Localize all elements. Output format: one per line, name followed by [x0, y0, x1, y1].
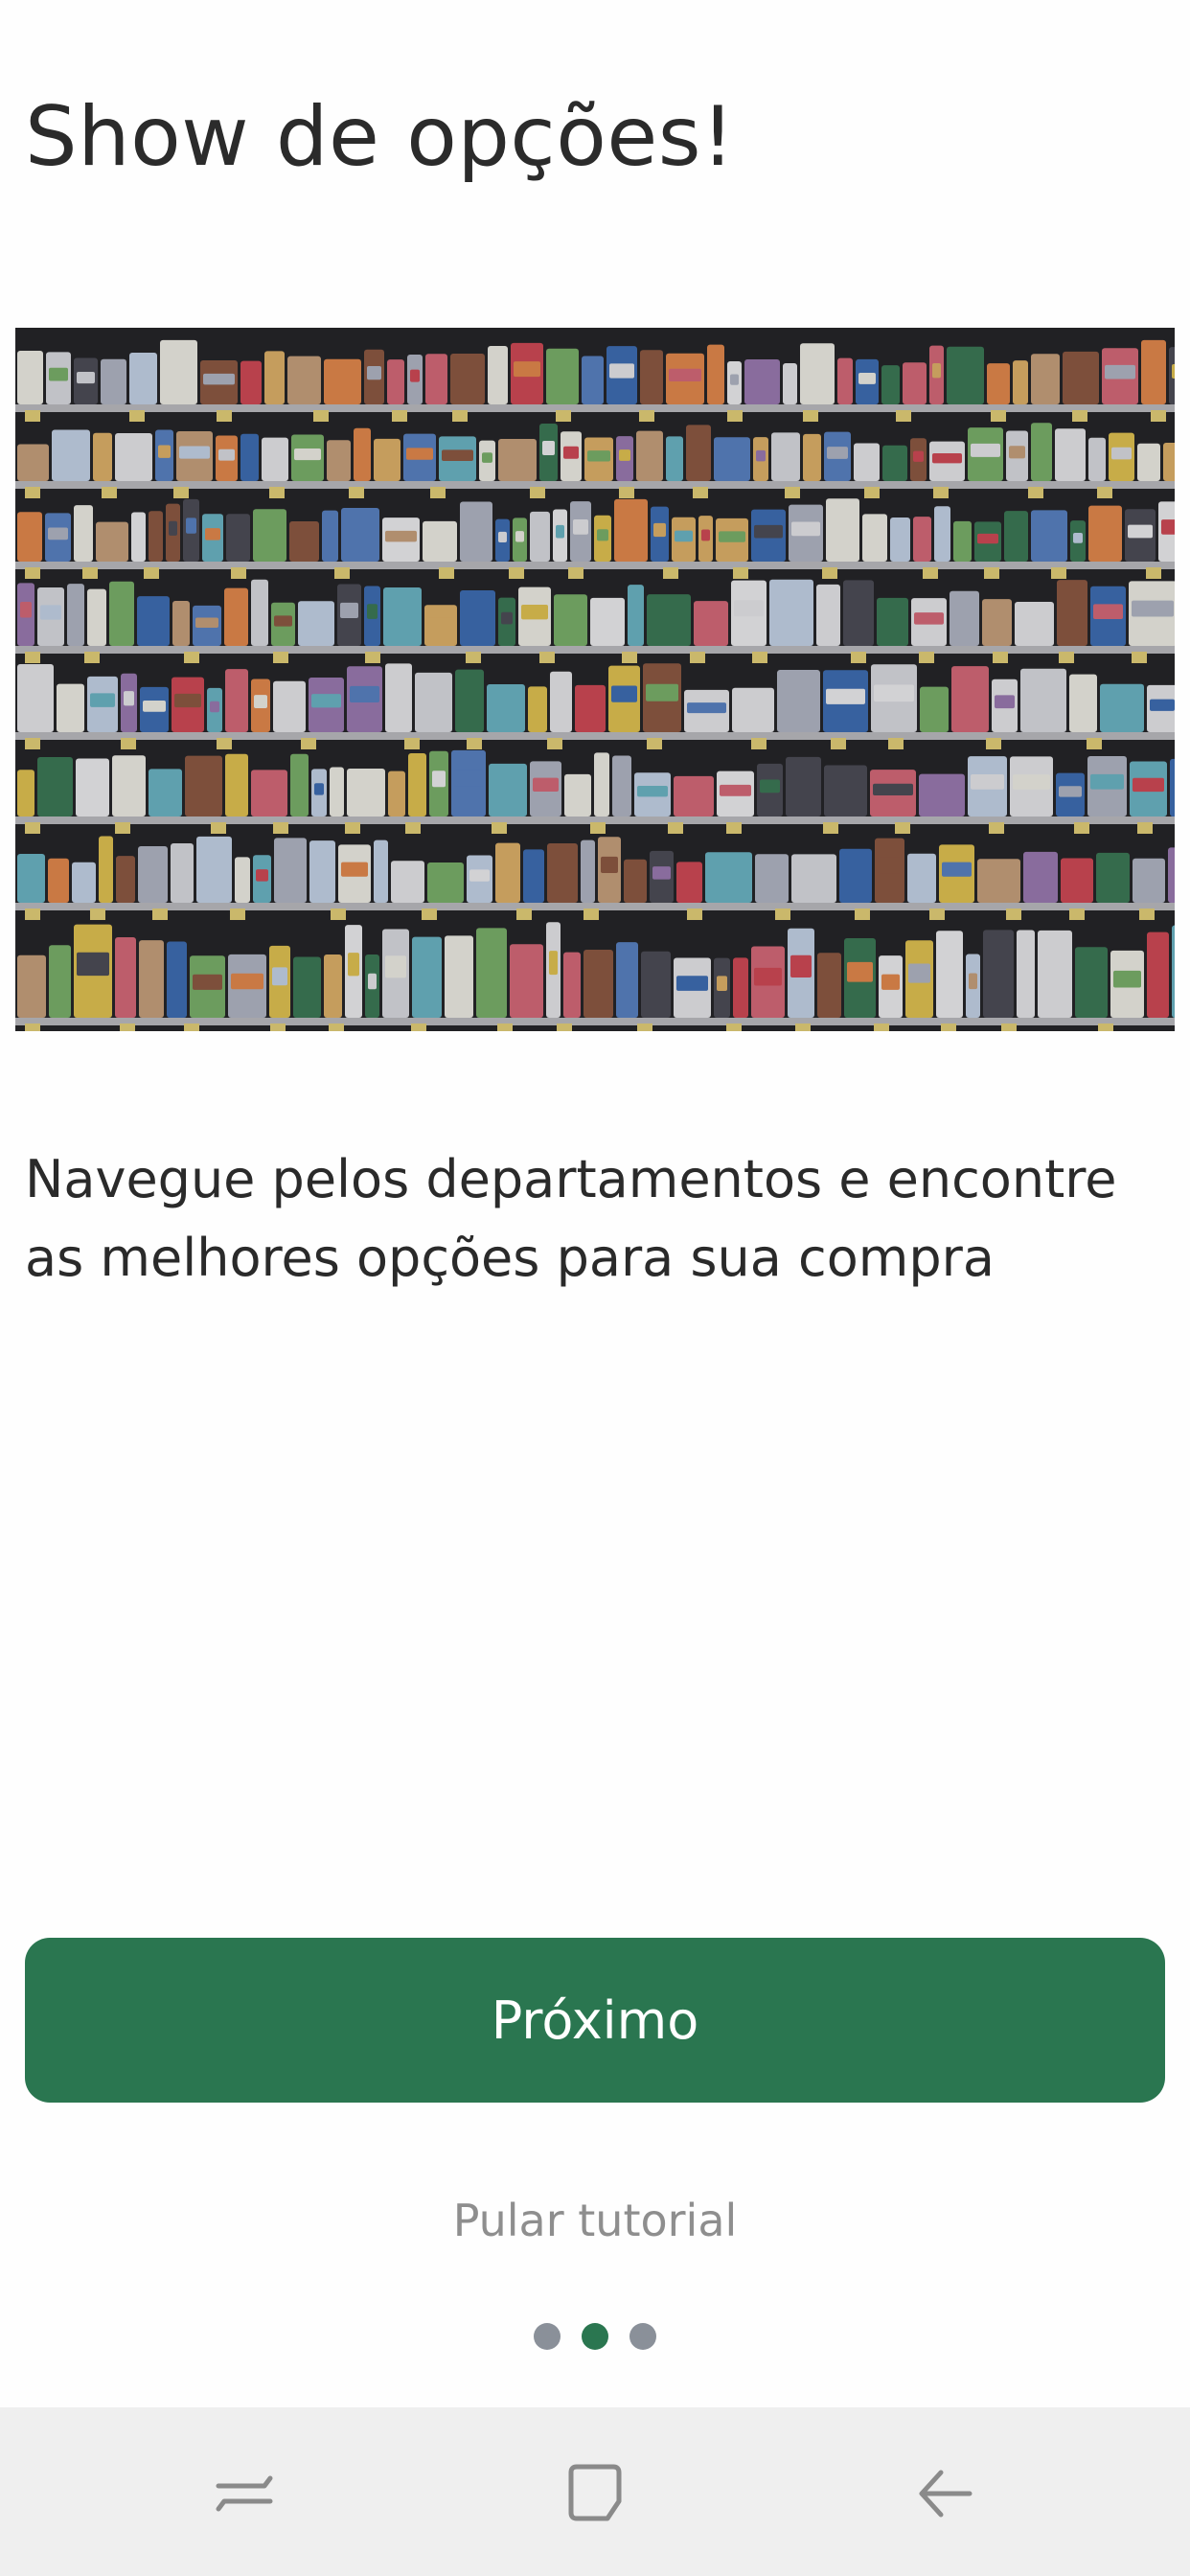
page-dot-2	[582, 2323, 608, 2350]
page-description: Navegue pelos departamentos e encontre a…	[25, 1149, 1117, 1288]
supermarket-shelves-image	[15, 328, 1175, 1031]
recents-icon[interactable]	[201, 2450, 287, 2536]
page-dot-3	[629, 2323, 656, 2350]
page-dot-1	[534, 2323, 561, 2350]
pagination-dots	[0, 2323, 1190, 2350]
onboarding-screen: Show de opções! Navegue pelos departamen…	[0, 0, 1190, 2576]
skip-tutorial-link[interactable]: Pular tutorial	[0, 2195, 1190, 2246]
system-navigation-bar	[0, 2407, 1190, 2576]
back-arrow-icon[interactable]	[903, 2450, 989, 2536]
home-icon[interactable]	[552, 2450, 638, 2536]
page-title: Show de opções!	[25, 89, 736, 185]
next-button[interactable]: Próximo	[25, 1938, 1165, 2103]
